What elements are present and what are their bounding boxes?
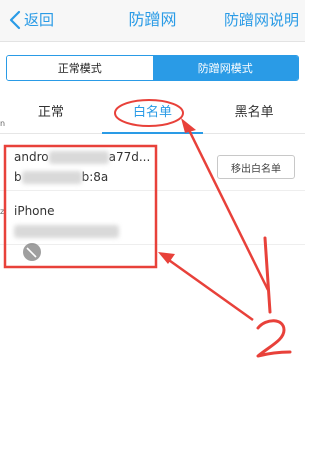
device-list: andro a77d... b b:8a 移出白名单 iPhone: [0, 141, 305, 245]
device-mac: b b:8a: [14, 169, 108, 185]
device-name-start: andro: [14, 150, 49, 164]
redacted-block: [14, 225, 119, 238]
device-name: iPhone: [14, 204, 55, 218]
edge-mark: n: [0, 119, 6, 128]
help-link[interactable]: 防蹭网说明: [224, 10, 299, 30]
device-mac: [14, 223, 119, 239]
list-item: iPhone: [0, 195, 305, 245]
nav-bar: 返回 防蹭网 防蹭网说明: [0, 0, 305, 42]
redacted-block: [21, 171, 82, 184]
redacted-block: [48, 151, 109, 164]
list-tabs: 正常 白名单 黑名单: [0, 96, 305, 134]
device-mac-end: b:8a: [81, 170, 109, 184]
app-screen: 返回 防蹭网 防蹭网说明 正常模式 防蹭网模式 正常 白名单 黑名单 n z a…: [0, 0, 305, 466]
tab-blacklist[interactable]: 黑名单: [203, 96, 305, 133]
handwritten-2: [256, 319, 292, 358]
chevron-left-icon: [9, 10, 21, 30]
device-name-end: a77d...: [108, 150, 151, 164]
back-button[interactable]: 返回: [8, 10, 54, 30]
handwritten-1: [263, 236, 272, 314]
arrow-2: [165, 256, 254, 322]
anti-leech-mode-option[interactable]: 防蹭网模式: [152, 56, 298, 80]
arrowhead-2: [158, 252, 175, 264]
remove-from-whitelist-button[interactable]: 移出白名单: [217, 155, 295, 179]
normal-mode-option[interactable]: 正常模式: [7, 56, 153, 80]
device-mac-start: b: [14, 170, 22, 184]
tab-whitelist[interactable]: 白名单: [101, 96, 204, 134]
device-name: andro a77d...: [14, 149, 150, 165]
list-item: andro a77d... b b:8a 移出白名单: [0, 141, 305, 191]
back-label: 返回: [24, 11, 55, 29]
mode-segmented-control: 正常模式 防蹭网模式: [6, 55, 299, 81]
tab-normal[interactable]: 正常: [0, 96, 102, 133]
scroll-indicator-icon: [23, 243, 41, 261]
